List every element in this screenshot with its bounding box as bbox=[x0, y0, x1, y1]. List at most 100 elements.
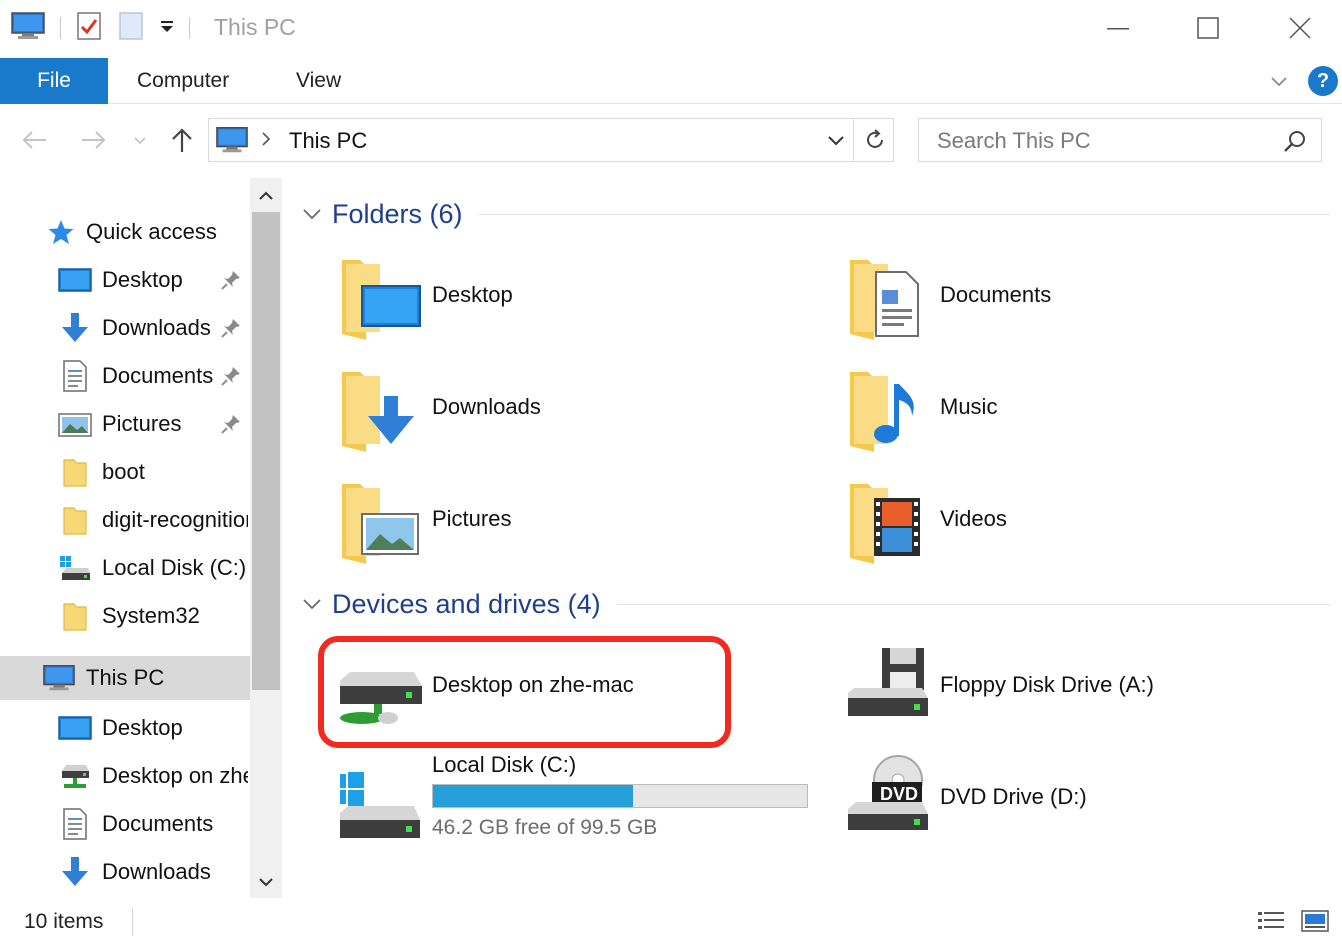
tile-label: Music bbox=[940, 394, 998, 419]
nav-item-pictures[interactable]: Pictures bbox=[0, 402, 250, 446]
star-icon bbox=[44, 215, 78, 249]
navigation-pane: Quick access Desktop Downloads Documents bbox=[0, 178, 282, 898]
folder-icon bbox=[58, 503, 92, 537]
nav-item-label: boot bbox=[102, 459, 145, 484]
nav-item-downloads[interactable]: Downloads bbox=[0, 850, 250, 894]
drive-tile-local-disk[interactable]: Local Disk (C:) 46.2 GB free of 99.5 GB bbox=[332, 752, 808, 862]
downloads-folder-icon bbox=[340, 366, 436, 462]
nav-item-label: Documents bbox=[102, 363, 214, 388]
address-bar[interactable]: This PC bbox=[208, 118, 894, 162]
title-bar: This PC bbox=[0, 0, 1342, 56]
download-arrow-icon bbox=[58, 311, 92, 345]
folder-tile-pictures[interactable]: Pictures bbox=[340, 478, 780, 578]
folder-tile-desktop[interactable]: Desktop bbox=[340, 254, 780, 354]
nav-item-label: Downloads bbox=[102, 315, 211, 340]
devices-group-header[interactable]: Devices and drives (4) bbox=[300, 584, 1330, 624]
item-count: 10 items bbox=[24, 910, 104, 933]
back-button[interactable] bbox=[18, 124, 50, 156]
nav-item-local-disk[interactable]: Local Disk (C:) bbox=[0, 546, 250, 590]
refresh-icon[interactable] bbox=[853, 119, 895, 161]
tile-label: Videos bbox=[940, 506, 1007, 531]
help-button[interactable]: ? bbox=[1308, 66, 1338, 96]
close-button[interactable] bbox=[1280, 10, 1320, 46]
folder-tile-documents[interactable]: Documents bbox=[848, 254, 1288, 354]
details-view-icon[interactable] bbox=[1254, 906, 1288, 936]
nav-item-quick-access[interactable]: Quick access bbox=[0, 210, 250, 254]
document-icon bbox=[58, 807, 92, 841]
collapse-chevron-icon[interactable] bbox=[300, 592, 324, 616]
nav-item-documents[interactable]: Documents bbox=[0, 802, 250, 846]
nav-item-downloads[interactable]: Downloads bbox=[0, 306, 250, 350]
search-input[interactable]: Search This PC bbox=[937, 128, 1091, 154]
nav-item-label: Local Disk (C:) bbox=[102, 555, 247, 580]
status-separator bbox=[132, 908, 133, 936]
pictures-folder-icon bbox=[340, 478, 436, 574]
nav-item-label: Desktop bbox=[102, 715, 183, 740]
breadcrumb-chevron-icon[interactable] bbox=[259, 130, 273, 153]
nav-item-this-pc[interactable]: This PC bbox=[0, 656, 250, 700]
pin-icon bbox=[220, 317, 242, 339]
group-divider bbox=[478, 213, 1330, 215]
nav-item-label: Desktop on zhe-mac bbox=[102, 763, 248, 788]
drive-usage-fill bbox=[433, 785, 634, 807]
nav-item-desktop[interactable]: Desktop bbox=[0, 706, 250, 750]
scroll-up-chevron-icon[interactable] bbox=[250, 180, 282, 212]
tab-view[interactable]: View bbox=[296, 58, 341, 104]
folder-tile-music[interactable]: Music bbox=[848, 366, 1288, 466]
nav-item-label: This PC bbox=[86, 665, 165, 690]
collapse-chevron-icon[interactable] bbox=[300, 202, 324, 226]
tile-label: Downloads bbox=[432, 394, 541, 419]
drive-tile-floppy[interactable]: Floppy Disk Drive (A:) bbox=[842, 642, 1288, 742]
tile-label: Desktop bbox=[432, 282, 513, 307]
new-folder-icon[interactable] bbox=[117, 11, 145, 46]
nav-item-label: digit-recognition bbox=[102, 507, 248, 532]
tab-computer[interactable]: Computer bbox=[137, 58, 229, 104]
recent-locations-chevron-icon[interactable] bbox=[126, 124, 154, 156]
search-icon[interactable] bbox=[1283, 129, 1307, 153]
nav-item-system32[interactable]: System32 bbox=[0, 594, 250, 638]
nav-item-desktop-on-zhe-mac[interactable]: Desktop on zhe-mac bbox=[0, 754, 250, 798]
nav-item-documents[interactable]: Documents bbox=[0, 354, 250, 398]
address-dropdown-chevron-icon[interactable] bbox=[821, 127, 851, 155]
large-icons-view-icon[interactable] bbox=[1298, 906, 1332, 936]
navigation-bar: This PC Search This PC bbox=[0, 112, 1342, 168]
highlight-annotation bbox=[318, 636, 731, 748]
maximize-button[interactable] bbox=[1188, 10, 1228, 46]
customize-toolbar-dropdown-icon[interactable] bbox=[159, 11, 175, 46]
search-box[interactable]: Search This PC bbox=[918, 118, 1322, 162]
pictures-icon bbox=[58, 407, 92, 441]
local-disk-icon bbox=[58, 551, 92, 585]
tab-file[interactable]: File bbox=[0, 58, 108, 104]
nav-item-boot[interactable]: boot bbox=[0, 450, 250, 494]
folders-group-header[interactable]: Folders (6) bbox=[300, 194, 1330, 234]
nav-item-digit-recognition[interactable]: digit-recognition bbox=[0, 498, 250, 542]
quick-access-toolbar bbox=[10, 10, 190, 46]
folder-tile-videos[interactable]: Videos bbox=[848, 478, 1288, 578]
properties-icon[interactable] bbox=[75, 11, 103, 46]
up-button[interactable] bbox=[166, 124, 198, 156]
minimize-button[interactable] bbox=[1098, 10, 1138, 46]
nav-item-label: Pictures bbox=[102, 411, 182, 436]
computer-icon[interactable] bbox=[10, 11, 46, 46]
tile-label: Floppy Disk Drive (A:) bbox=[940, 672, 1154, 697]
scrollbar-thumb[interactable] bbox=[252, 212, 280, 690]
status-bar: 10 items bbox=[0, 900, 1342, 946]
drive-tile-dvd[interactable]: DVD DVD Drive (D:) bbox=[842, 754, 1288, 854]
scroll-down-chevron-icon[interactable] bbox=[250, 866, 282, 898]
navigation-pane-scrollbar[interactable] bbox=[250, 178, 282, 898]
windows-drive-icon bbox=[332, 764, 436, 860]
download-arrow-icon bbox=[58, 855, 92, 889]
nav-item-desktop[interactable]: Desktop bbox=[0, 258, 250, 302]
nav-item-label: Documents bbox=[102, 811, 214, 836]
tile-label: Documents bbox=[940, 282, 1052, 307]
tile-label: Local Disk (C:) bbox=[432, 752, 577, 777]
forward-button[interactable] bbox=[78, 124, 110, 156]
nav-item-label: Downloads bbox=[102, 859, 211, 884]
expand-ribbon-chevron-icon[interactable] bbox=[1266, 68, 1292, 94]
computer-icon bbox=[42, 661, 76, 695]
tile-label: Pictures bbox=[432, 506, 512, 531]
breadcrumb-this-pc[interactable]: This PC bbox=[289, 128, 367, 154]
drive-usage-bar bbox=[432, 784, 808, 808]
folder-tile-downloads[interactable]: Downloads bbox=[340, 366, 780, 466]
network-drive-icon bbox=[58, 759, 92, 793]
